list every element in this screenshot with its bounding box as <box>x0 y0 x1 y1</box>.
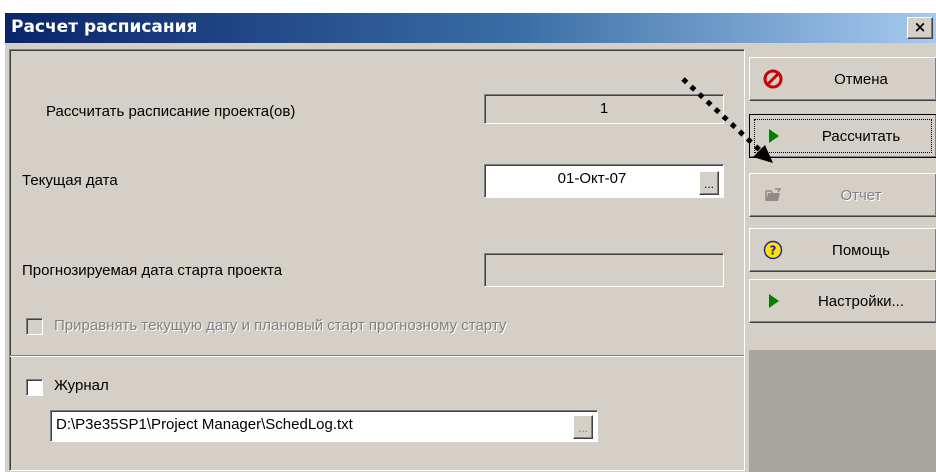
stop-icon <box>763 69 783 89</box>
current-date-field[interactable]: 01-Окт-07 ... <box>484 164 724 198</box>
calculate-button-label: Рассчитать <box>821 128 901 145</box>
log-checkbox[interactable] <box>26 379 43 396</box>
forecast-date-field <box>484 253 724 287</box>
ellipsis-icon: ... <box>703 177 714 191</box>
cancel-button[interactable]: Отмена <box>749 57 936 101</box>
log-path-field: D:\P3e35SP1\Project Manager\SchedLog.txt… <box>50 410 598 442</box>
projects-count-field: 1 <box>484 94 724 124</box>
schedule-dialog: Расчет расписания × Рассчитать расписани… <box>4 12 936 472</box>
report-button[interactable]: Отчет <box>749 173 936 217</box>
current-date-label: Текущая дата <box>22 172 118 189</box>
calculate-button[interactable]: Рассчитать <box>749 114 936 158</box>
projects-label: Рассчитать расписание проекта(ов) <box>46 103 296 120</box>
current-date-picker-button[interactable]: ... <box>699 171 719 195</box>
help-icon: ? <box>763 240 783 260</box>
settings-button[interactable]: Настройки... <box>749 279 936 323</box>
cancel-button-label: Отмена <box>834 71 888 88</box>
report-button-label: Отчет <box>840 187 882 204</box>
play-arrow-icon <box>769 294 779 308</box>
button-column-filler <box>749 350 936 472</box>
svg-text:?: ? <box>770 244 777 258</box>
close-button[interactable]: × <box>907 17 933 39</box>
settings-button-label: Настройки... <box>817 293 905 310</box>
equalize-checkbox[interactable] <box>26 318 43 335</box>
help-button-label: Помощь <box>832 242 890 259</box>
schedule-settings-panel: Рассчитать расписание проекта(ов) 1 Теку… <box>9 49 745 471</box>
log-path-browse-button[interactable]: ... <box>573 415 593 439</box>
log-label: Журнал <box>54 377 109 394</box>
section-divider <box>10 355 744 357</box>
title-bar: Расчет расписания × <box>5 13 936 43</box>
help-button[interactable]: ? Помощь <box>749 228 936 272</box>
report-icon <box>765 188 782 201</box>
play-arrow-icon <box>769 129 779 143</box>
equalize-label: Приравнять текущую дату и плановый старт… <box>54 317 507 334</box>
ellipsis-icon: ... <box>577 421 588 435</box>
close-icon: × <box>913 18 927 36</box>
forecast-date-label: Прогнозируемая дата старта проекта <box>22 262 283 279</box>
window-title: Расчет расписания <box>11 17 198 37</box>
